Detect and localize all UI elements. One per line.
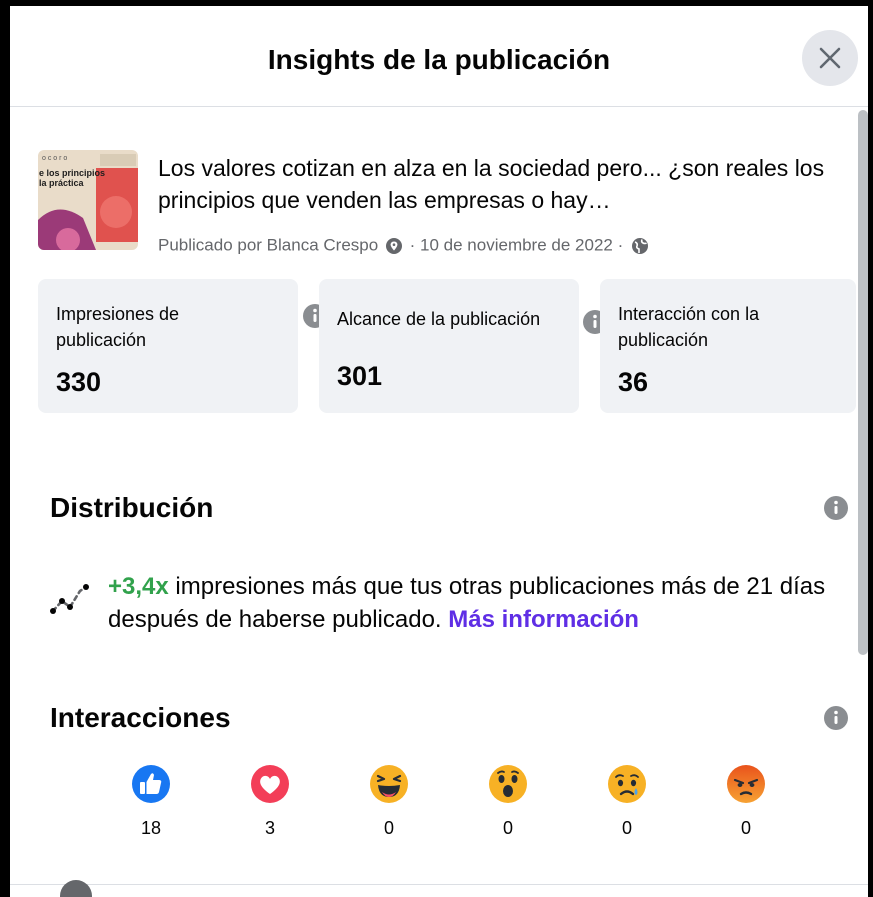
post-thumbnail[interactable]: o c o r o e los principios la práctica [38,150,138,250]
metric-card-engagement: Interacción con la publicación 36 [600,279,856,413]
distribution-title: Distribución [50,492,214,523]
reaction-like[interactable]: 18 [121,764,181,839]
reaction-count-wow: 0 [502,818,513,838]
close-icon [819,47,841,69]
close-button[interactable] [802,30,858,86]
metric-label-reach: Alcance de la publicación [337,309,541,329]
globe-icon [631,237,648,254]
distribution-multiplier: +3,4x [108,573,169,600]
section-divider [10,884,868,885]
insights-modal: Insights de la publicación o c o r o e l… [10,6,868,897]
reaction-count-angry: 0 [740,818,751,838]
reaction-count-love: 3 [264,818,275,838]
metric-card-reach: Alcance de la publicación 301 [319,279,579,413]
sad-reaction-icon [608,765,646,803]
scrollbar[interactable] [856,110,868,655]
reaction-haha[interactable]: 0 [359,764,419,839]
reaction-angry[interactable]: 0 [716,764,776,839]
like-reaction-icon [132,765,170,803]
next-section-icon [60,880,92,897]
metric-value-impressions: 330 [56,367,102,397]
reaction-count-haha: 0 [383,818,394,838]
post-meta: Publicado por Blanca Crespo · 10 de novi… [158,235,652,256]
love-reaction-icon [251,765,289,803]
haha-reaction-icon [370,765,408,803]
window-border-left [0,0,10,897]
modal-title: Insights de la publicación [267,44,611,75]
post-date: · 10 de noviembre de 2022 · [409,235,624,255]
window-border-right [868,0,873,897]
reaction-sad[interactable]: 0 [597,764,657,839]
wow-reaction-icon [489,765,527,803]
reaction-wow[interactable]: 0 [478,764,538,839]
more-info-link[interactable]: Más información [448,606,639,633]
thumbnail-line2-text: la práctica [39,178,85,188]
metric-card-impressions: Impresiones de publicación 330 [38,279,298,413]
modal-header: Insights de la publicación [10,6,868,107]
metric-value-reach: 301 [337,361,383,391]
location-pin-icon [385,237,402,254]
scrollbar-thumb[interactable] [858,110,868,655]
interactions-title: Interacciones [50,702,231,733]
post-text[interactable]: Los valores cotizan en alza en la socied… [158,152,838,216]
trend-line-icon [50,584,89,614]
angry-reaction-icon [727,765,765,803]
reaction-love[interactable]: 3 [240,764,300,839]
info-icon[interactable] [824,496,848,520]
info-icon[interactable] [824,706,848,730]
post-author[interactable]: Publicado por Blanca Crespo [158,236,378,255]
reaction-count-sad: 0 [621,818,632,838]
metric-value-engagement: 36 [618,367,649,397]
metric-label-impressions: Impresiones de publicación [56,304,180,350]
thumbnail-header-text: o c o r o [42,155,67,162]
distribution-text: +3,4x impresiones más que tus otras publ… [108,570,828,636]
reaction-count-like: 18 [140,818,162,838]
metric-label-engagement: Interacción con la publicación [618,304,760,350]
thumbnail-line1-text: e los principios [39,168,105,178]
